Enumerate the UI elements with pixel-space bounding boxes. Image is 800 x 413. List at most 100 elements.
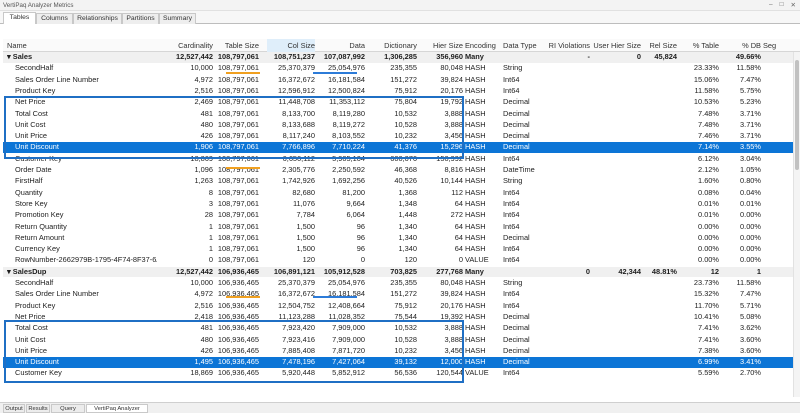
cell-pct-table: 1.60%	[698, 176, 719, 186]
cell-rel-size	[643, 109, 677, 120]
cell-data-type: Decimal	[503, 108, 530, 118]
cell-seg	[763, 75, 787, 86]
cell-data-type: Int64	[503, 255, 520, 265]
table-row[interactable]: Product Key 2,516 108,797,061 12,596,912 12,…	[3, 86, 800, 97]
table-row[interactable]: Sales Order Line Number 4,972 106,936,465 1…	[3, 289, 800, 300]
table-row[interactable]: SecondHalf 10,000 106,936,465 25,370,379 25,…	[3, 278, 800, 289]
cell-col-size: 7,784	[296, 210, 316, 220]
cell-dictionary: 703,825	[390, 266, 417, 276]
cell-name: Unit Price	[15, 345, 48, 355]
vertical-scrollbar[interactable]	[793, 52, 800, 397]
cell-ri-violations	[548, 142, 590, 153]
cell-table-size: 108,797,061	[217, 153, 259, 163]
tab-columns[interactable]: Columns	[36, 13, 73, 24]
table-row[interactable]: Unit Discount 1,906 108,797,061 7,766,896 7,…	[3, 142, 800, 153]
table-group-row[interactable]: ▾ Sales 12,527,442 108,797,061 108,751,237 1…	[3, 52, 800, 63]
cell-user-hier-size	[591, 301, 641, 312]
cell-pct-db: 11.58%	[736, 63, 761, 73]
table-row[interactable]: Net Price 2,418 106,936,465 11,123,288 11,02…	[3, 312, 800, 323]
cell-ri-violations	[548, 255, 590, 266]
bottom-tab-query-history[interactable]: Query History	[51, 404, 85, 413]
cell-data-type: Int64	[503, 85, 520, 95]
cell-data-type: Decimal	[503, 119, 530, 129]
cell-user-hier-size	[591, 188, 641, 199]
scrollbar-thumb[interactable]	[795, 60, 799, 170]
table-row[interactable]: Sales Order Line Number 4,972 108,797,061 1…	[3, 75, 800, 86]
cell-hier-size: 150,992	[436, 153, 463, 163]
cell-hier-size: 19,392	[440, 311, 463, 321]
window-titlebar: VertiPaq Analyzer Metrics – □ ✕	[0, 0, 800, 11]
cell-cardinality: 2,516	[194, 300, 214, 310]
cell-col-size: 1,500	[296, 244, 316, 254]
table-row[interactable]: Unit Cost 480 106,936,465 7,923,416 7,909,00…	[3, 335, 800, 346]
cell-pct-db: 3.41%	[740, 357, 761, 367]
cell-name: FirstHalf	[15, 176, 43, 186]
table-row[interactable]: Product Key 2,516 106,936,465 12,504,752 12,…	[3, 301, 800, 312]
cell-cardinality: 2,469	[194, 97, 214, 107]
cell-name: Customer Key	[15, 153, 62, 163]
cell-hier-size: 80,048	[440, 63, 463, 73]
table-row[interactable]: Net Price 2,469 108,797,061 11,448,708 11,35…	[3, 97, 800, 108]
table-row[interactable]: Unit Price 426 106,936,465 7,885,408 7,871,7…	[3, 346, 800, 357]
cell-table-size: 106,936,465	[217, 311, 259, 321]
cell-data-type: Decimal	[503, 334, 530, 344]
table-row[interactable]: Total Cost 481 106,936,465 7,923,420 7,909,0…	[3, 323, 800, 334]
bottom-tab-results[interactable]: Results	[26, 404, 50, 413]
cell-pct-db: 0.01%	[740, 198, 761, 208]
cell-pct-db: 0.00%	[740, 232, 761, 242]
table-row[interactable]: Promotion Key 28 108,797,061 7,784 6,064 1,44…	[3, 210, 800, 221]
cell-rel-size	[643, 154, 677, 165]
tab-relationships[interactable]: Relationships	[73, 13, 122, 24]
cell-name: Net Price	[15, 97, 46, 107]
table-row[interactable]: Unit Discount 1,495 106,936,465 7,478,196 7,…	[3, 357, 800, 368]
tab-tables[interactable]: Tables	[3, 12, 36, 24]
cell-seg	[763, 109, 787, 120]
minimize-icon[interactable]: –	[769, 1, 773, 9]
table-row[interactable]: Currency Key 1 108,797,061 1,500 96 1,340 64 HA…	[3, 244, 800, 255]
table-row[interactable]: Customer Key 18,869 108,797,061 6,656,112 5,…	[3, 154, 800, 165]
cell-table-size: 108,797,061	[217, 176, 259, 186]
cell-seg	[763, 233, 787, 244]
cell-encoding: HASH	[465, 108, 486, 118]
cell-col-size: 7,766,896	[282, 142, 315, 152]
table-row[interactable]: Order Date 1,096 108,797,061 2,305,776 2,250…	[3, 165, 800, 176]
table-row[interactable]: Return Amount 1 108,797,061 1,500 96 1,340 64 H…	[3, 233, 800, 244]
cell-hier-size: 120,544	[436, 368, 463, 378]
cell-dictionary: 235,355	[390, 63, 417, 73]
table-row[interactable]: Quantity 8 108,797,061 82,680 81,200 1,368 112…	[3, 188, 800, 199]
cell-encoding: HASH	[465, 63, 486, 73]
close-icon[interactable]: ✕	[791, 1, 796, 9]
table-group-row[interactable]: ▾ SalesDup 12,527,442 106,936,465 106,891,1…	[3, 266, 800, 278]
table-row[interactable]: Total Cost 481 108,797,061 8,133,700 8,119,2…	[3, 109, 800, 120]
table-row[interactable]: Unit Cost 480 108,797,061 8,133,688 8,119,27…	[3, 120, 800, 131]
table-row[interactable]: Return Quantity 1 108,797,061 1,500 96 1,340 6…	[3, 222, 800, 233]
cell-pct-db: 3.55%	[740, 142, 761, 152]
tab-partitions[interactable]: Partitions	[122, 13, 159, 24]
cell-rel-size	[643, 278, 677, 289]
cell-col-size: 25,370,379	[278, 278, 315, 287]
cell-dictionary: 120	[404, 255, 417, 265]
cell-pct-db: 3.71%	[740, 119, 761, 129]
table-row[interactable]: Store Key 3 108,797,061 11,076 9,664 1,348 64 H…	[3, 199, 800, 210]
table-row[interactable]: SecondHalf 10,000 108,797,061 25,370,379 25,…	[3, 63, 800, 74]
table-row[interactable]: Customer Key 18,869 106,936,465 5,920,448 5,…	[3, 368, 800, 379]
cell-encoding: HASH	[465, 232, 486, 242]
cell-pct-db: 3.62%	[740, 323, 761, 333]
maximize-icon[interactable]: □	[780, 1, 784, 9]
bottom-tab-output[interactable]: Output	[3, 404, 25, 413]
cell-name: Return Amount	[15, 232, 65, 242]
cell-table-size: 108,797,061	[217, 74, 259, 84]
cell-pct-db: 2.70%	[740, 368, 761, 378]
cell-name: SecondHalf	[15, 63, 54, 73]
tab-summary[interactable]: Summary	[159, 13, 196, 24]
cell-encoding: HASH	[465, 323, 486, 333]
cell-pct-db: 0.80%	[740, 176, 761, 186]
cell-col-size: 1,500	[296, 221, 316, 231]
cell-data-type: Int64	[503, 74, 520, 84]
table-row[interactable]: Unit Price 426 108,797,061 8,117,240 8,103,5…	[3, 131, 800, 142]
table-row[interactable]: RowNumber-2662979B-1795-4F74-8F37-6A1BA8…	[3, 255, 800, 266]
cell-dictionary: 39,132	[394, 357, 417, 367]
table-row[interactable]: FirstHalf 1,263 108,797,061 1,742,926 1,692,…	[3, 176, 800, 187]
bottom-tab-vertipaq-metrics[interactable]: VertiPaq Analyzer Metrics	[86, 404, 148, 413]
cell-pct-db: 0.00%	[740, 210, 761, 220]
